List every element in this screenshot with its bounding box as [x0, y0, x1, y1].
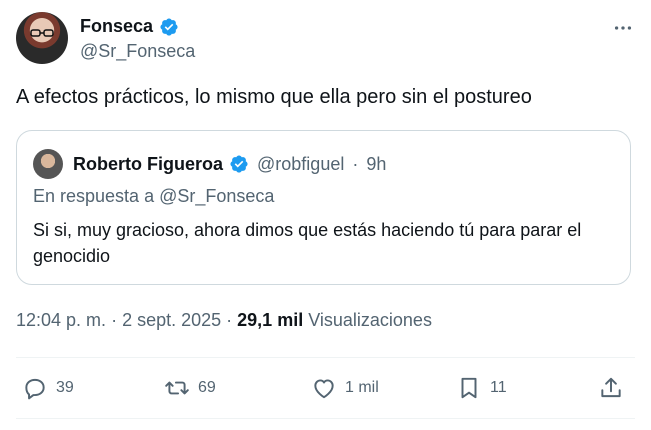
author-name-row: Fonseca [80, 16, 179, 37]
quoted-text: Si si, muy gracioso, ahora dimos que est… [33, 220, 582, 266]
avatar-glasses-icon [30, 29, 54, 37]
views-label: Visualizaciones [308, 310, 432, 330]
tweet-header: Fonseca @Sr_Fonseca [16, 12, 635, 68]
reply-count: 39 [56, 379, 74, 396]
like-count: 1 mil [345, 379, 379, 396]
share-button[interactable] [598, 370, 624, 406]
bookmark-icon [461, 377, 477, 399]
quoted-age[interactable]: 9h [366, 154, 386, 175]
more-options-button[interactable] [611, 16, 635, 40]
views-count: 29,1 mil [237, 310, 304, 330]
verified-badge-icon [230, 155, 248, 173]
quoted-separator: · [352, 153, 359, 174]
tweet-date[interactable]: 2 sept. 2025 [122, 310, 221, 331]
quoted-avatar[interactable] [33, 149, 63, 179]
reply-icon [25, 378, 45, 400]
tweet-meta: 12:04 p. m. · 2 sept. 2025 · 29,1 mil Vi… [16, 310, 432, 331]
like-icon [314, 379, 334, 399]
verified-badge-icon [160, 17, 178, 36]
quoted-tweet[interactable]: Roberto Figueroa @robfiguel · 9h En resp… [16, 130, 631, 285]
retweet-button[interactable]: 69 [164, 370, 216, 406]
more-icon [614, 26, 632, 30]
quoted-handle[interactable]: @robfiguel [257, 154, 344, 175]
retweet-count: 69 [198, 379, 216, 396]
reply-button[interactable]: 39 [22, 370, 74, 406]
quoted-reply-to: En respuesta a @Sr_Fonseca [33, 186, 275, 206]
divider [16, 418, 635, 419]
bookmark-button[interactable]: 11 [456, 370, 507, 406]
retweet-icon [165, 381, 189, 395]
bookmark-count: 11 [490, 379, 507, 396]
meta-separator: · [226, 310, 233, 330]
quoted-header: Roberto Figueroa @robfiguel · 9h [33, 149, 386, 179]
author-handle[interactable]: @Sr_Fonseca [80, 41, 195, 62]
like-button[interactable]: 1 mil [311, 370, 379, 406]
tweet-text: A efectos prácticos, lo mismo que ella p… [16, 86, 532, 108]
quoted-name[interactable]: Roberto Figueroa [73, 154, 223, 175]
author-name[interactable]: Fonseca [80, 16, 153, 37]
action-bar: 39 69 1 mil 11 [16, 370, 635, 406]
share-icon [601, 377, 621, 398]
tweet-time[interactable]: 12:04 p. m. [16, 310, 106, 331]
author-avatar[interactable] [16, 12, 68, 64]
divider [16, 357, 635, 358]
meta-separator: · [111, 310, 118, 330]
